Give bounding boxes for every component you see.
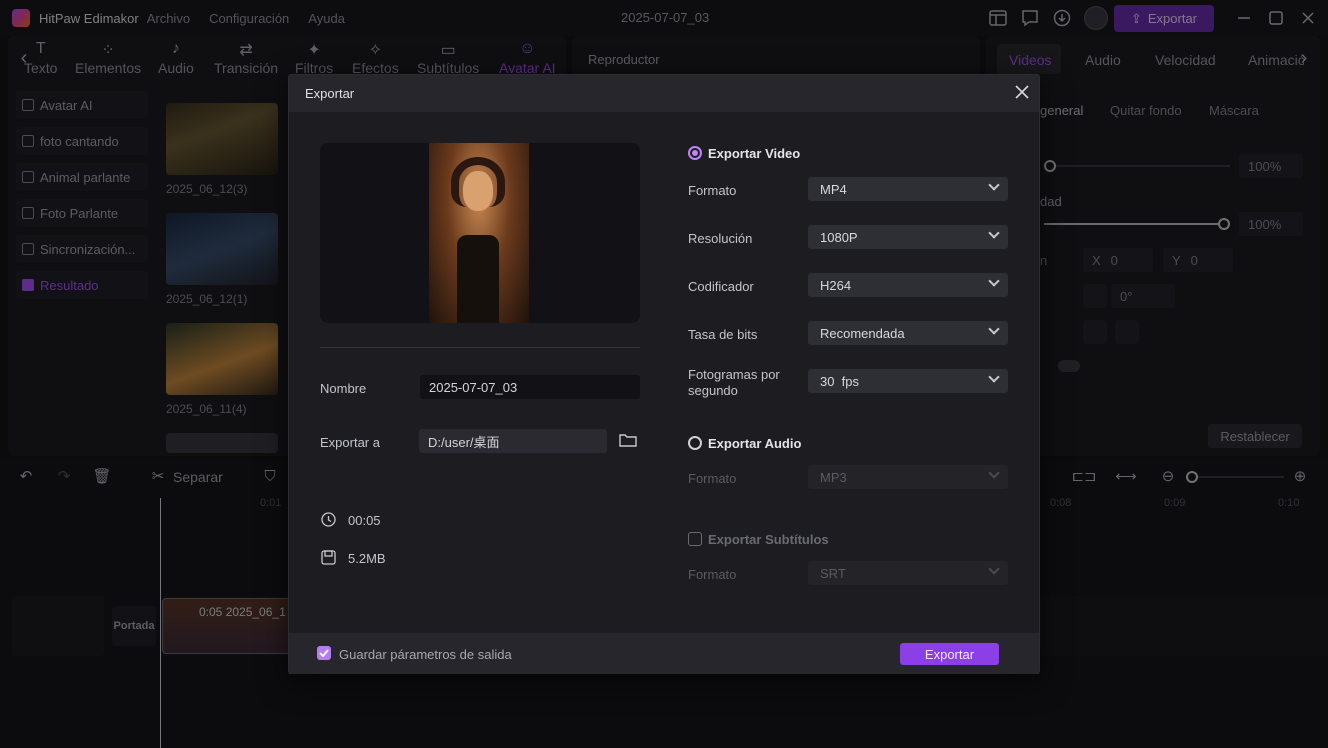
export-video-radio[interactable] [688,146,702,160]
name-label: Nombre [320,381,367,396]
bitrate-label: Tasa de bits [688,327,758,342]
app-window: HitPaw Edimakor Archivo Configuración Ay… [0,0,1328,748]
export-button[interactable]: Exportar [900,643,999,665]
save-params-label: Guardar párametros de salida [339,647,512,662]
export-subtitles-checkbox[interactable] [688,532,702,546]
close-icon[interactable] [1015,84,1029,102]
audio-format-select[interactable]: MP3 [808,465,1008,489]
export-dialog: Exportar Nombre 2025-07-07_03 Exportar a… [288,74,1040,674]
export-subtitles-title: Exportar Subtítulos [708,532,829,547]
export-audio-title: Exportar Audio [708,436,802,451]
dialog-footer: Guardar párametros de salida Exportar [289,633,1039,674]
dialog-title: Exportar [305,86,355,101]
resolution-label: Resolución [688,231,753,246]
preview-image [429,143,529,323]
fps-label-line2: segundo [688,383,738,398]
export-preview [320,143,640,323]
bitrate-select[interactable]: Recomendada [808,321,1008,345]
chevron-down-icon [988,275,1000,287]
export-path-input[interactable]: D:/user/桌面 [419,429,607,453]
folder-icon[interactable] [619,432,637,451]
dialog-header: Exportar [289,75,1039,112]
subtitle-format-select[interactable]: SRT [808,561,1008,585]
encoder-select[interactable]: H264 [808,273,1008,297]
encoder-label: Codificador [688,279,754,294]
chevron-down-icon [988,371,1000,383]
chevron-down-icon [988,563,1000,575]
export-path-label: Exportar a [320,435,380,450]
fps-label-line1: Fotogramas por [688,367,780,382]
chevron-down-icon [988,179,1000,191]
chevron-down-icon [988,227,1000,239]
fps-select[interactable]: 30 fps [808,369,1008,393]
save-params-checkbox[interactable] [317,646,331,660]
subtitle-format-label: Formato [688,567,737,582]
export-video-title: Exportar Video [708,146,801,161]
clock-icon [321,512,336,530]
resolution-select[interactable]: 1080P [808,225,1008,249]
chevron-down-icon [988,323,1000,335]
chevron-down-icon [988,467,1000,479]
export-audio-radio[interactable] [688,436,702,450]
format-label: Formato [688,183,737,198]
filesize-icon [321,550,336,568]
preview-divider [320,347,640,348]
audio-format-label: Formato [688,471,737,486]
duration-value: 00:05 [348,513,381,528]
name-input[interactable]: 2025-07-07_03 [420,375,640,399]
filesize-value: 5.2MB [348,551,386,566]
format-select[interactable]: MP4 [808,177,1008,201]
